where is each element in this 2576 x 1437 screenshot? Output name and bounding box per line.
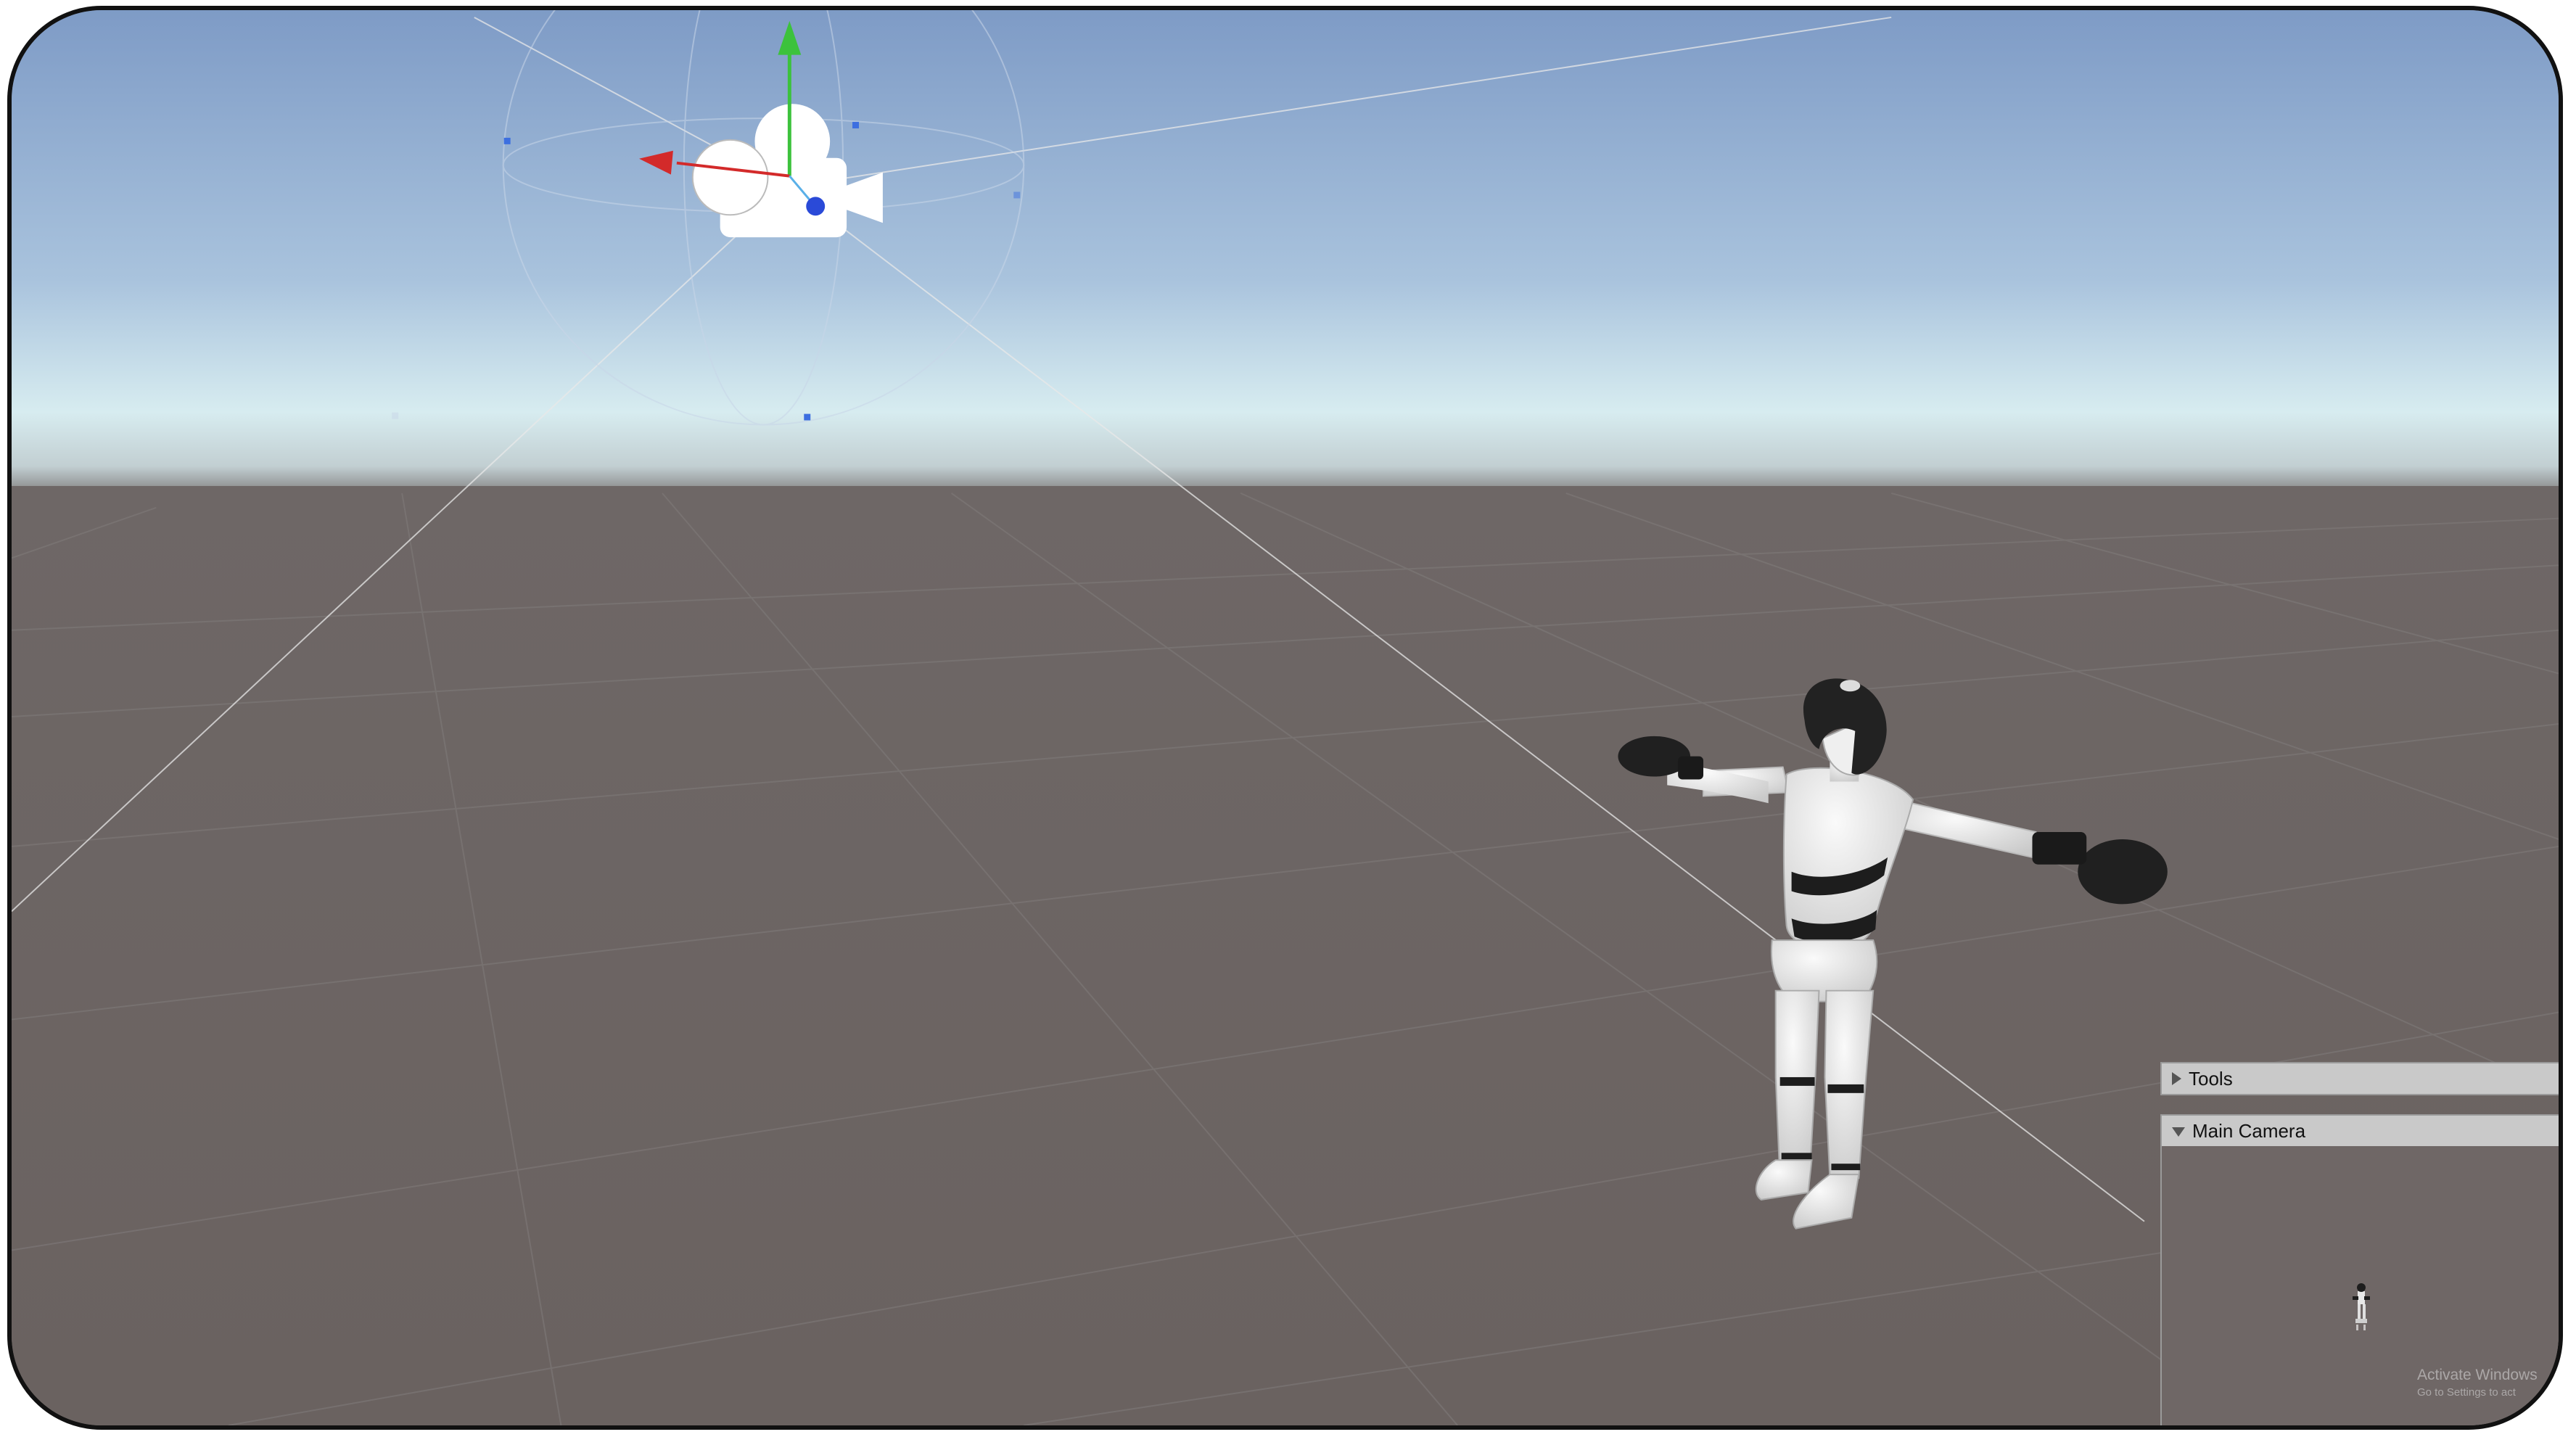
preview-character	[2353, 1283, 2370, 1330]
sky	[12, 10, 2559, 501]
expand-triangle-icon[interactable]	[2172, 1127, 2185, 1137]
watermark-line2: Go to Settings to act	[2417, 1386, 2516, 1399]
camera-preview-viewport: Activate Windows Go to Settings to act	[2160, 1146, 2559, 1425]
camera-preview-label: Main Camera	[2192, 1119, 2306, 1142]
tools-panel-label: Tools	[2189, 1067, 2233, 1090]
collapse-triangle-icon[interactable]	[2172, 1072, 2181, 1085]
tools-panel-header[interactable]: Tools	[2160, 1062, 2559, 1095]
right-glove	[2078, 839, 2168, 905]
activation-watermark: Activate Windows Go to Settings to act	[2417, 1367, 2538, 1401]
camera-preview-header[interactable]: Main Camera	[2160, 1114, 2559, 1148]
watermark-line1: Activate Windows	[2417, 1367, 2538, 1383]
z-axis-knob[interactable]	[806, 197, 826, 216]
scene-view-window[interactable]: Tools Main Camera Activate Windows Go to…	[7, 6, 2563, 1430]
